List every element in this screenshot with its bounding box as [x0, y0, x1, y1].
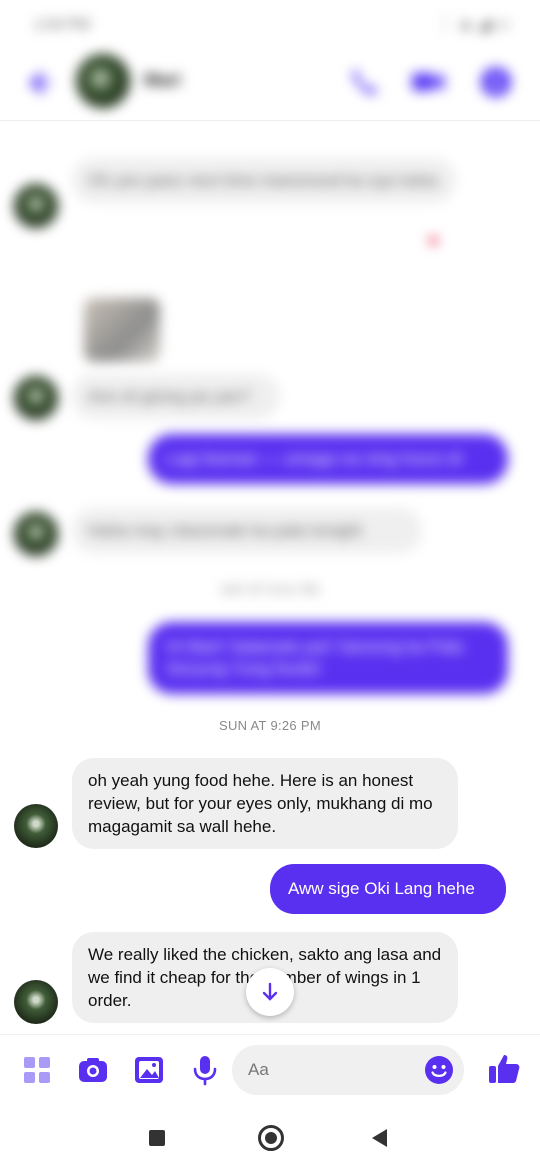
- message-bubble-incoming[interactable]: Oh yes pass next time manonood ka sya ha…: [72, 158, 456, 203]
- message-composer: [0, 1034, 540, 1104]
- message-text: Hi Mari! Salamats pa!! Sarsong ka Pala S…: [166, 637, 463, 678]
- contact-name[interactable]: Mari: [144, 70, 181, 91]
- scroll-to-bottom-button[interactable]: [246, 968, 294, 1016]
- message-text: Aww sige Oki Lang hehe: [288, 879, 475, 898]
- emoji-icon[interactable]: [424, 1055, 454, 1085]
- message-text: oh yeah yung food hehe. Here is an hones…: [88, 771, 433, 836]
- thumbs-up-icon[interactable]: [486, 1051, 522, 1087]
- header-divider: [0, 120, 540, 121]
- sender-avatar[interactable]: [14, 184, 58, 228]
- camera-icon[interactable]: [76, 1053, 110, 1087]
- home-button[interactable]: [258, 1125, 284, 1151]
- message-text: Lagi ikaman — umaga na ning hours di: [166, 449, 462, 468]
- back-button[interactable]: [372, 1129, 387, 1147]
- timestamp-divider: SAT AT 8:01 PM: [220, 582, 320, 597]
- status-icons: ⋮ ▲ ◢ ▭: [437, 16, 510, 33]
- heart-reaction-icon[interactable]: ♥: [428, 232, 446, 250]
- info-icon[interactable]: [476, 62, 516, 102]
- message-bubble-outgoing[interactable]: Hi Mari! Salamats pa!! Sarsong ka Pala S…: [148, 622, 508, 694]
- message-text: Oh yes pass next time manonood ka sya ha…: [88, 171, 438, 190]
- system-navigation-bar: [0, 1104, 540, 1170]
- sender-avatar[interactable]: [14, 804, 58, 848]
- sender-avatar[interactable]: [14, 980, 58, 1024]
- video-call-icon[interactable]: [408, 62, 448, 102]
- menu-grid-icon[interactable]: [20, 1053, 54, 1087]
- sender-avatar[interactable]: [14, 376, 58, 420]
- message-bubble-outgoing[interactable]: Lagi ikaman — umaga na ning hours di: [148, 434, 508, 484]
- contact-avatar[interactable]: [76, 54, 130, 108]
- message-bubble-incoming[interactable]: Ano di gising pa yan?: [72, 374, 280, 419]
- shared-image-thumbnail[interactable]: [84, 298, 160, 362]
- microphone-icon[interactable]: [188, 1053, 222, 1087]
- recent-apps-button[interactable]: [149, 1130, 165, 1146]
- chat-header: Mari: [0, 48, 540, 118]
- message-text: Haha may classmate ka pala tonight: [88, 521, 363, 540]
- arrow-down-icon: [262, 982, 278, 1001]
- message-text: Ano di gising pa yan?: [88, 387, 251, 406]
- back-arrow-icon[interactable]: [20, 66, 54, 100]
- status-time: 1:04 PM: [34, 16, 90, 33]
- message-bubble-outgoing[interactable]: Aww sige Oki Lang hehe: [270, 864, 506, 914]
- phone-call-icon[interactable]: [344, 62, 384, 102]
- message-bubble-incoming[interactable]: oh yeah yung food hehe. Here is an hones…: [72, 758, 458, 849]
- status-bar: 1:04 PM ⋮ ▲ ◢ ▭: [0, 0, 540, 48]
- timestamp-divider: SUN AT 9:26 PM: [219, 718, 321, 733]
- gallery-icon[interactable]: [132, 1053, 166, 1087]
- message-thread[interactable]: Oh yes pass next time manonood ka sya ha…: [0, 122, 540, 1032]
- message-bubble-incoming[interactable]: Haha may classmate ka pala tonight: [72, 508, 422, 553]
- sender-avatar[interactable]: [14, 512, 58, 556]
